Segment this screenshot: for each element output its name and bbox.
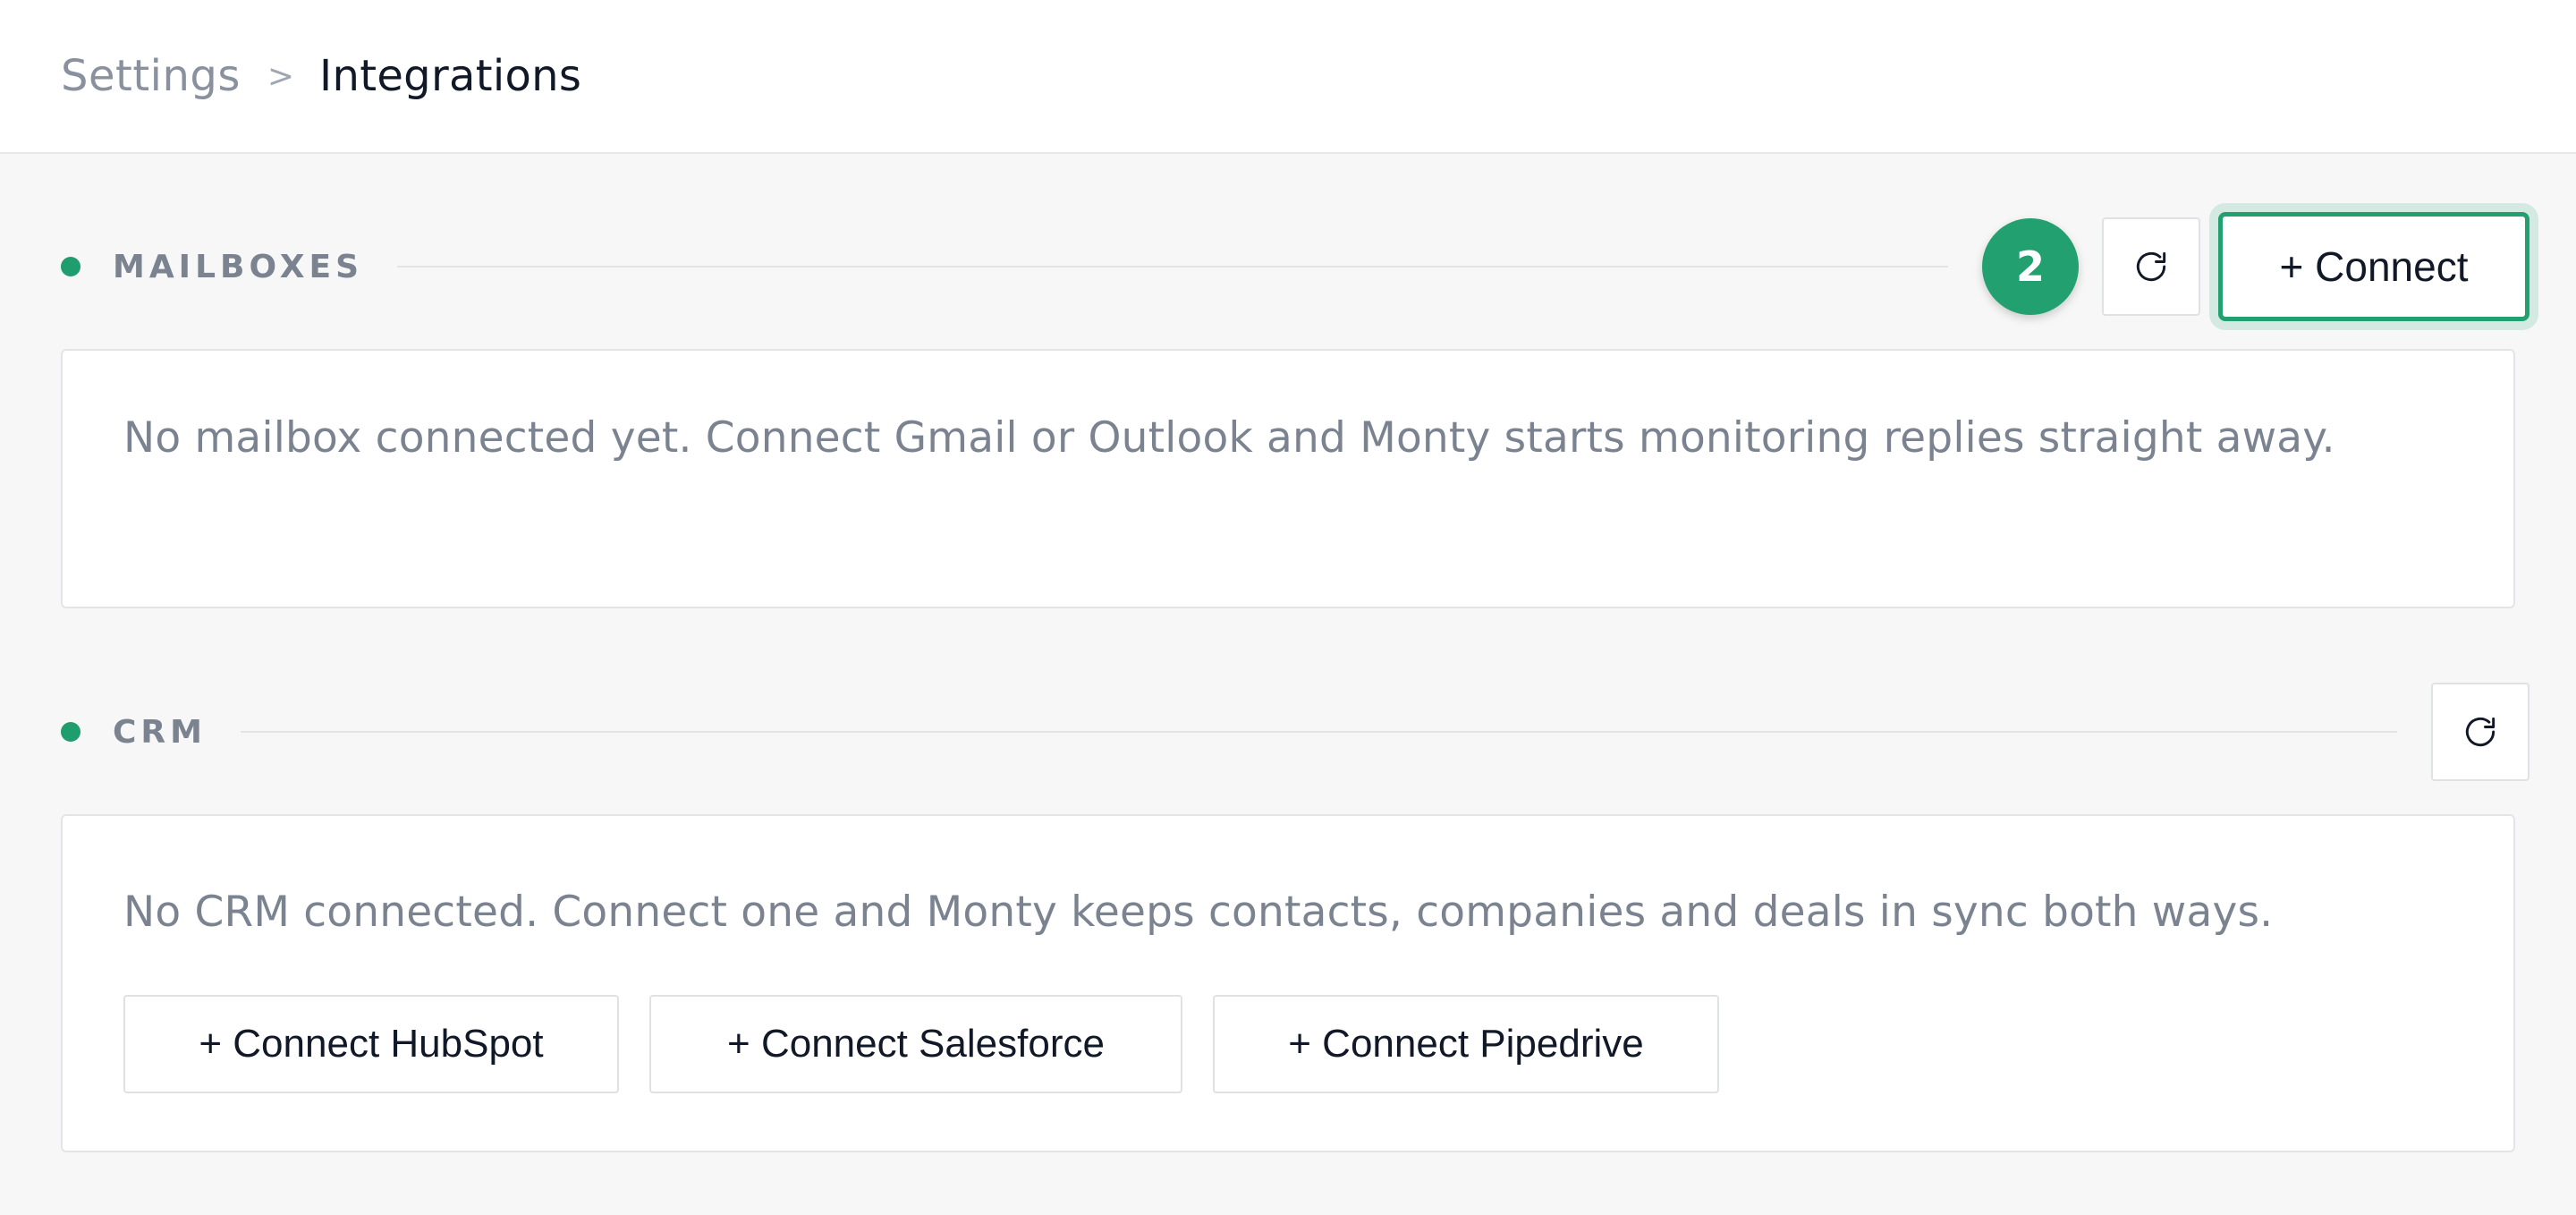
mailboxes-status-dot: [61, 257, 80, 276]
breadcrumb: Settings > Integrations: [61, 51, 581, 101]
refresh-icon: [2136, 251, 2166, 282]
mailboxes-divider: [397, 266, 1948, 268]
connect-pipedrive-button[interactable]: + Connect Pipedrive: [1213, 995, 1719, 1093]
page-title: Integrations: [319, 51, 582, 101]
breadcrumb-separator: >: [267, 57, 295, 95]
crm-section-title: CRM: [113, 713, 207, 751]
crm-empty-card: No CRM connected. Connect one and Monty …: [61, 814, 2515, 1152]
crm-refresh-button[interactable]: [2431, 683, 2529, 781]
mailboxes-empty-message: No mailbox connected yet. Connect Gmail …: [123, 413, 2335, 463]
breadcrumb-settings-link[interactable]: Settings: [61, 51, 241, 101]
refresh-icon: [2465, 717, 2496, 747]
crm-empty-message: No CRM connected. Connect one and Monty …: [123, 888, 2274, 937]
mailboxes-refresh-button[interactable]: [2102, 217, 2200, 316]
mailboxes-empty-card: No mailbox connected yet. Connect Gmail …: [61, 349, 2515, 608]
crm-status-dot: [61, 722, 80, 742]
crm-divider: [240, 731, 2397, 733]
connect-salesforce-button[interactable]: + Connect Salesforce: [649, 995, 1182, 1093]
mailboxes-connect-button[interactable]: + Connect: [2218, 212, 2529, 321]
crm-connect-buttons: + Connect HubSpot + Connect Salesforce +…: [123, 995, 2453, 1093]
mailboxes-section-title: MAILBOXES: [113, 248, 364, 285]
integrations-page: Settings > Integrations MAILBOXES 2 + Co…: [0, 0, 2576, 1215]
mailboxes-section-header: MAILBOXES 2 + Connect: [61, 212, 2529, 321]
crm-section-header: CRM: [61, 678, 2529, 786]
mailboxes-count-badge: 2: [1982, 218, 2079, 315]
top-bar: Settings > Integrations: [0, 0, 2576, 154]
connect-hubspot-button[interactable]: + Connect HubSpot: [123, 995, 619, 1093]
